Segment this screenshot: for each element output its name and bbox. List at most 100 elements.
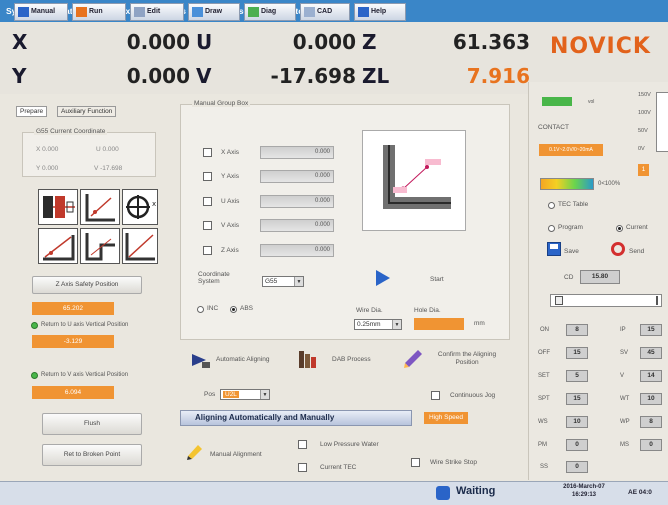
manual-alignment-icon[interactable] bbox=[186, 442, 206, 460]
param-set-value[interactable]: 5 bbox=[566, 370, 588, 382]
wire-dia-label: Wire Dia. bbox=[356, 307, 383, 314]
meter-badge: 1 bbox=[638, 164, 649, 176]
tec-table-radio[interactable] bbox=[548, 202, 555, 209]
g55-v: V -17.698 bbox=[94, 165, 123, 172]
wire-strike-stop-checkbox[interactable] bbox=[411, 458, 420, 467]
param-spt-value[interactable]: 15 bbox=[566, 393, 588, 405]
param-wt-value[interactable]: 10 bbox=[640, 393, 662, 405]
z-axis-safety-button[interactable]: Z Axis Safety Position bbox=[32, 276, 142, 294]
ret-to-broken-point-button[interactable]: Ret to Broken Point bbox=[42, 444, 142, 466]
continuous-jog-checkbox[interactable] bbox=[431, 391, 440, 400]
v-axis-checkbox[interactable] bbox=[203, 221, 212, 230]
automatic-aligning-icon[interactable] bbox=[190, 350, 210, 368]
send-label[interactable]: Send bbox=[629, 248, 644, 255]
help-icon bbox=[358, 7, 369, 17]
u-axis-field[interactable]: 0.000 bbox=[260, 195, 334, 208]
low-pressure-water-label: Low Pressure Water bbox=[320, 441, 379, 448]
axis-y-value: 0.000 bbox=[126, 64, 190, 88]
inc-radio[interactable] bbox=[197, 306, 204, 313]
flush-button[interactable]: Flush bbox=[42, 413, 142, 435]
param-ws-value[interactable]: 10 bbox=[566, 416, 588, 428]
u-axis-checkbox[interactable] bbox=[203, 197, 212, 206]
param-pm-value[interactable]: 0 bbox=[566, 439, 588, 451]
center-tool-icon[interactable]: x bbox=[122, 189, 158, 225]
current-radio[interactable] bbox=[616, 225, 623, 232]
axis-v-label: V bbox=[196, 64, 212, 88]
y-axis-field[interactable]: 0.000 bbox=[260, 170, 334, 183]
save-label[interactable]: Save bbox=[564, 248, 579, 255]
discharge-params: ON 8 IP 15 OFF 15 SV 45 SET 5 V 14 SPT 1… bbox=[528, 320, 668, 480]
z-axis-checkbox[interactable] bbox=[203, 246, 212, 255]
g55-x: X 0.000 bbox=[36, 146, 59, 153]
tab-prepare[interactable]: Prepare bbox=[16, 106, 48, 117]
z-safety-value: 65.202 bbox=[32, 302, 114, 315]
voltage-meter bbox=[656, 92, 668, 152]
param-wp-label: WP bbox=[620, 419, 630, 425]
param-ss-value[interactable]: 0 bbox=[566, 461, 588, 473]
hole-dia-field[interactable] bbox=[414, 318, 464, 330]
coordinate-system-select[interactable]: G55 ▼ bbox=[262, 276, 304, 287]
angle-tool-icon[interactable] bbox=[122, 228, 158, 264]
param-wp-value[interactable]: 8 bbox=[640, 416, 662, 428]
automatic-aligning-label[interactable]: Automatic Aligning bbox=[216, 356, 269, 363]
slant-tool-icon[interactable] bbox=[38, 228, 78, 264]
program-radio[interactable] bbox=[548, 225, 555, 232]
confirm-aligning-label[interactable]: Confirm the Aligning Position bbox=[428, 351, 506, 367]
pos-select[interactable]: U2L ▼ bbox=[220, 389, 270, 400]
cd-label: CD bbox=[564, 274, 574, 281]
param-sv-label: SV bbox=[620, 350, 629, 356]
param-ms-value[interactable]: 0 bbox=[640, 439, 662, 451]
start-label[interactable]: Start bbox=[430, 276, 444, 283]
adjust-slider[interactable] bbox=[550, 294, 662, 307]
current-tec-label: Current TEC bbox=[320, 464, 357, 471]
param-set-label: SET bbox=[538, 373, 550, 379]
return-v-label[interactable]: Return to V axis Vertical Position bbox=[41, 372, 128, 378]
low-pressure-water-checkbox[interactable] bbox=[298, 440, 307, 449]
step-tool-icon[interactable] bbox=[80, 228, 120, 264]
status-led-icon bbox=[31, 322, 38, 329]
corner-tool-icon[interactable] bbox=[80, 189, 120, 225]
dab-process-icon[interactable] bbox=[296, 348, 318, 370]
z-axis-field[interactable]: 0.000 bbox=[260, 244, 334, 257]
dab-process-label[interactable]: DAB Process bbox=[332, 356, 371, 363]
high-speed-badge[interactable]: High Speed bbox=[424, 412, 468, 424]
confirm-aligning-icon[interactable] bbox=[402, 347, 424, 369]
start-icon[interactable] bbox=[376, 270, 390, 286]
param-v-value[interactable]: 14 bbox=[640, 370, 662, 382]
send-icon[interactable] bbox=[611, 242, 625, 256]
manual-button[interactable]: Manual bbox=[14, 3, 68, 21]
x-axis-checkbox[interactable] bbox=[203, 148, 212, 157]
save-icon[interactable] bbox=[547, 242, 561, 256]
status-led-icon bbox=[31, 372, 38, 379]
draw-button[interactable]: Draw bbox=[188, 3, 240, 21]
run-icon bbox=[76, 7, 87, 17]
edit-button[interactable]: Edit bbox=[130, 3, 184, 21]
wire-dia-select[interactable]: 0.25mm ▼ bbox=[354, 319, 402, 330]
ae-code: AE 04:0 bbox=[628, 489, 652, 496]
diag-button[interactable]: Diag bbox=[244, 3, 296, 21]
manual-group-title: Manual Group Box bbox=[192, 100, 251, 107]
x-axis-field[interactable]: 0.000 bbox=[260, 146, 334, 159]
v-axis-field[interactable]: 0.000 bbox=[260, 219, 334, 232]
axis-x-value: 0.000 bbox=[126, 30, 190, 54]
run-button[interactable]: Run bbox=[72, 3, 126, 21]
current-tec-checkbox[interactable] bbox=[298, 463, 307, 472]
manual-icon bbox=[18, 7, 29, 17]
param-ip-value[interactable]: 15 bbox=[640, 324, 662, 336]
param-sv-value[interactable]: 45 bbox=[640, 347, 662, 359]
pos-label: Pos bbox=[204, 391, 216, 398]
param-off-label: OFF bbox=[538, 350, 550, 356]
align-edge-tool-icon[interactable] bbox=[38, 189, 78, 225]
param-on-value[interactable]: 8 bbox=[566, 324, 588, 336]
axis-y-label: Y bbox=[12, 64, 27, 88]
abs-label: ABS bbox=[240, 305, 254, 312]
return-u-label[interactable]: Return to U axis Vertical Position bbox=[41, 322, 128, 328]
tab-auxiliary-function[interactable]: Auxiliary Function bbox=[57, 106, 117, 117]
manual-alignment-label[interactable]: Manual Alignment bbox=[210, 451, 262, 458]
cad-button[interactable]: CAD bbox=[300, 3, 350, 21]
param-off-value[interactable]: 15 bbox=[566, 347, 588, 359]
y-axis-checkbox[interactable] bbox=[203, 172, 212, 181]
help-button[interactable]: Help bbox=[354, 3, 406, 21]
alignment-preview-image bbox=[362, 130, 466, 231]
abs-radio[interactable] bbox=[230, 306, 237, 313]
